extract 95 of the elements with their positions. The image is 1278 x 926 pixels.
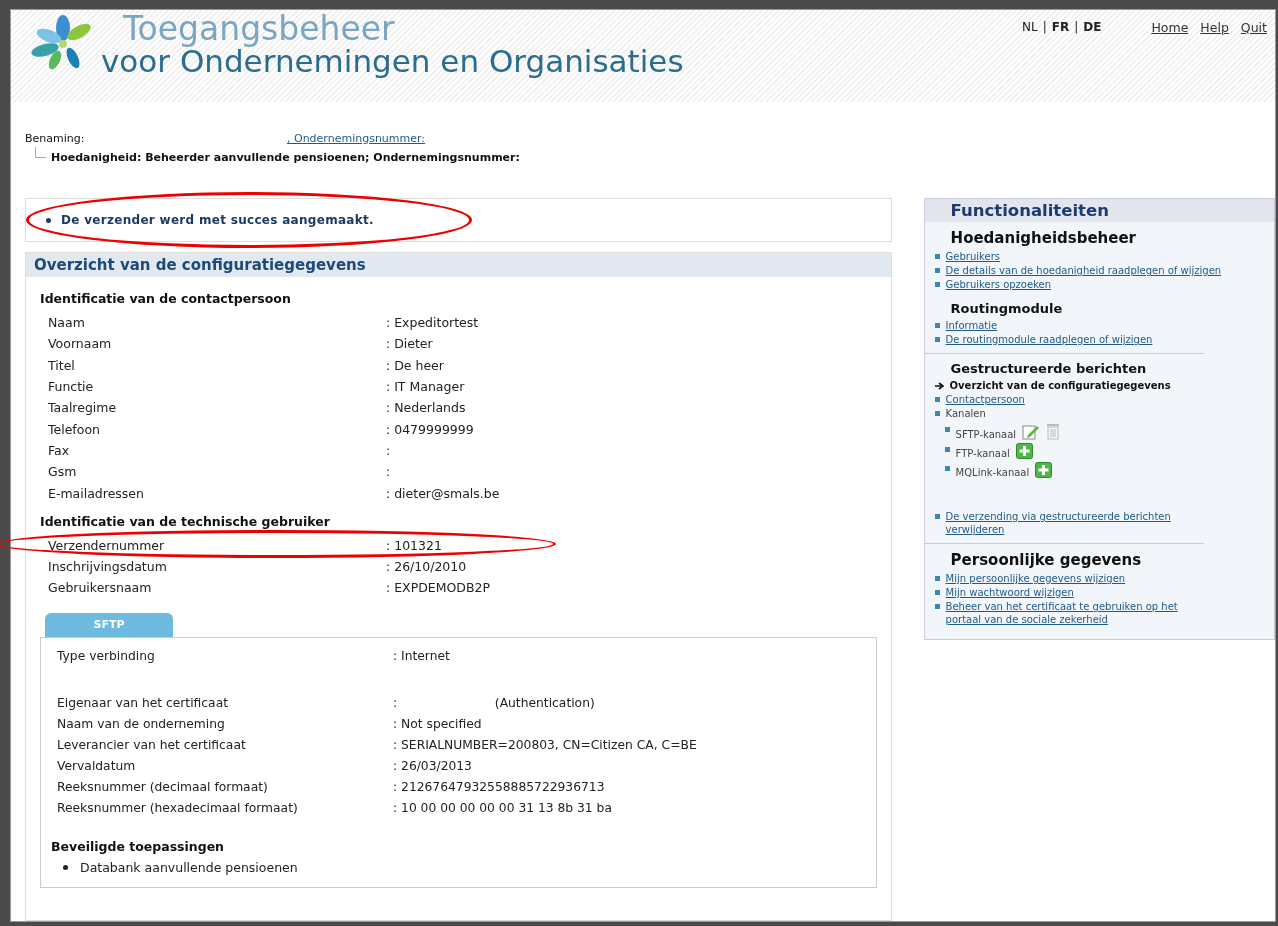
field-label: Gsm — [48, 464, 78, 480]
add-icon[interactable] — [1015, 443, 1033, 459]
bullet-icon — [934, 254, 940, 259]
bullet-icon — [944, 466, 950, 471]
channel-name: FTP-kanaal — [955, 448, 1010, 459]
field-value: : Expeditortest — [386, 315, 480, 331]
field-value: : 21267647932558885722936713 — [393, 780, 606, 795]
field-value: : EXPDEMODB2P — [386, 580, 492, 596]
group-heading: Identificatie van de contactpersoon — [40, 291, 292, 306]
bullet-icon — [934, 604, 940, 609]
bullet-icon — [63, 864, 68, 870]
field-value: : Internet — [393, 649, 451, 664]
nav-link[interactable]: Beheer van het certificaat te gebruiken op het portaal van de sociale zekerheid — [945, 600, 1194, 626]
bullet-icon — [934, 514, 940, 519]
nav-link[interactable]: Gebruikers — [945, 250, 1000, 263]
section-title: Hoedanigheidsbeheer — [950, 229, 1138, 247]
benaming-label: Benaming: — [25, 132, 86, 145]
field-value: : 0479999999 — [386, 421, 475, 437]
bullet-icon — [934, 337, 940, 342]
field-label: Fax — [48, 442, 71, 458]
nav-text: Kanalen — [945, 407, 986, 420]
bullet-icon — [934, 397, 940, 402]
field-value: : (Authentication) — [393, 696, 596, 711]
bullet-icon — [944, 447, 950, 452]
field-value: : dieter@smals.be — [386, 485, 501, 501]
field-label: Functie — [48, 379, 95, 395]
field-label: Reeksnummer (decimaal formaat) — [57, 780, 269, 795]
separator: | — [1042, 20, 1047, 34]
field-label: Reeksnummer (hexadecimaal formaat) — [57, 801, 299, 816]
field-value: : 101321 — [386, 537, 443, 553]
nav-link[interactable]: Mijn persoonlijke gegevens wijzigen — [945, 572, 1126, 585]
field-label: Taalregime — [48, 400, 118, 416]
bullet-icon — [934, 323, 940, 328]
nav-link[interactable]: Overzicht van de configuratiegegevens — [949, 379, 1171, 392]
field-value: : Dieter — [386, 336, 434, 352]
section-title: Gestructureerde berichten — [950, 361, 1148, 376]
applications-heading: Beveiligde toepassingen — [51, 838, 226, 854]
nav-link[interactable]: De verzending via gestructureerde berichten verwijderen — [945, 510, 1194, 536]
nav-link[interactable]: Gebruikers opzoeken — [945, 278, 1052, 291]
separator: | — [1074, 20, 1079, 34]
application-item: Databank aanvullende pensioenen — [80, 859, 298, 875]
bullet-icon — [934, 590, 940, 595]
field-label: Verzendernummer — [48, 537, 166, 553]
bullet-icon — [46, 217, 51, 223]
field-value: : SERIALNUMBER=200803, CN=Citizen CA, C=BE — [393, 738, 698, 753]
nav-link[interactable]: Contactpersoon — [945, 393, 1025, 406]
capacity-text: Hoedanigheid: Beheerder aanvullende pensioenen; Ondernemingsnummer: — [51, 151, 520, 164]
arrow-icon — [934, 382, 944, 390]
field-label: Vervaldatum — [57, 759, 137, 774]
field-label: Inschrijvingsdatum — [48, 559, 168, 575]
field-label: Naam — [48, 315, 86, 331]
field-value: : Nederlands — [386, 400, 467, 416]
nav-link[interactable]: Mijn wachtwoord wijzigen — [945, 586, 1074, 599]
field-value: : — [386, 464, 392, 480]
edit-icon[interactable] — [1022, 424, 1041, 440]
top-link[interactable]: Quit — [1240, 20, 1267, 35]
field-label: Telefoon — [48, 421, 101, 437]
panel-title: Overzicht van de configuratiegegevens — [26, 253, 891, 277]
field-label: Titel — [48, 357, 76, 373]
field-label: Voornaam — [48, 336, 113, 352]
nav-link[interactable]: De routingmodule raadplegen of wijzigen — [945, 333, 1153, 346]
field-label: Type verbinding — [57, 649, 156, 664]
success-message: De verzender werd met succes aangemaakt. — [61, 213, 374, 227]
bullet-icon — [934, 576, 940, 581]
add-icon[interactable] — [1035, 462, 1053, 478]
field-value: : — [386, 442, 392, 458]
nav-link[interactable]: Informatie — [945, 319, 998, 332]
language-link[interactable]: DE — [1083, 20, 1102, 34]
section-title: Routingmodule — [950, 301, 1064, 316]
field-label: Eigenaar van het certificaat — [57, 696, 229, 711]
field-value: : 26/03/2013 — [393, 759, 473, 774]
bullet-icon — [934, 411, 940, 416]
channel-name: SFTP-kanaal — [955, 429, 1017, 440]
nav-link[interactable]: De details van de hoedanigheid raadplegen of wijzigen — [945, 264, 1222, 277]
field-value: : 26/10/2010 — [386, 559, 468, 575]
field-label: Naam van de onderneming — [57, 717, 226, 732]
bullet-icon — [934, 282, 940, 287]
bullet-icon — [934, 268, 940, 273]
company-link[interactable]: , Ondernemingsnummer: — [287, 132, 426, 145]
group-heading: Identificatie van de technische gebruiker — [40, 513, 331, 529]
bullet-icon — [944, 427, 950, 432]
language-link[interactable]: FR — [1051, 20, 1070, 34]
section-title: Persoonlijke gegevens — [950, 551, 1143, 569]
field-label: E-mailadressen — [48, 485, 145, 501]
field-value: : IT Manager — [386, 379, 466, 395]
field-value: : Not specified — [393, 717, 483, 732]
language-link[interactable]: NL — [1022, 20, 1038, 34]
field-label: Leverancier van het certificaat — [57, 738, 247, 753]
field-label: Gebruikersnaam — [48, 580, 153, 596]
channel-name: MQLink-kanaal — [955, 467, 1030, 478]
top-link[interactable]: Help — [1200, 20, 1229, 35]
field-value: : 10 00 00 00 00 00 31 13 8b 31 ba — [393, 801, 613, 816]
top-link[interactable]: Home — [1151, 20, 1189, 35]
field-value: : De heer — [386, 357, 445, 373]
sidebar-title: Functionaliteiten — [924, 199, 1274, 222]
